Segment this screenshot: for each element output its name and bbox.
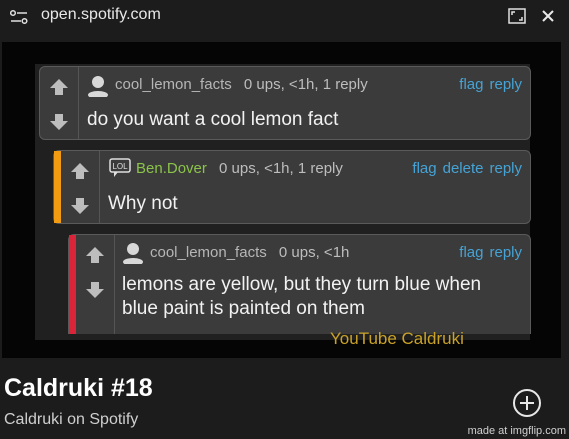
comment-2: LOL Ben.Dover 0 ups, <1h, 1 reply flag de… <box>53 150 531 224</box>
flag-link[interactable]: flag <box>459 244 483 261</box>
comment-meta: Ben.Dover 0 ups, <1h, 1 reply <box>136 160 343 177</box>
browser-top-bar: open.spotify.com <box>0 0 569 36</box>
vote-box <box>76 235 115 334</box>
avatar-icon <box>123 243 143 264</box>
comment-stats: 0 ups, <1h, 1 reply <box>219 160 343 177</box>
imgflip-credit: made at imgflip.com <box>467 425 566 437</box>
flag-link[interactable]: flag <box>412 160 436 177</box>
comment-1: cool_lemon_facts 0 ups, <1h, 1 reply fla… <box>39 66 531 140</box>
comment-stats: 0 ups, <1h, 1 reply <box>243 76 368 93</box>
upvote-icon[interactable] <box>61 153 99 188</box>
expand-icon[interactable] <box>508 8 526 24</box>
svg-text:LOL: LOL <box>112 162 128 171</box>
downvote-icon[interactable] <box>61 188 99 223</box>
comment-3: cool_lemon_facts 0 ups, <1h flag reply le… <box>68 234 531 334</box>
comment-stats: 0 ups, <1h <box>278 244 350 261</box>
video-player[interactable]: cool_lemon_facts 0 ups, <1h, 1 reply fla… <box>2 42 561 358</box>
episode-title[interactable]: Caldruki #18 <box>4 374 153 403</box>
accent-bar <box>69 235 76 334</box>
url-text[interactable]: open.spotify.com <box>41 6 161 24</box>
add-icon[interactable] <box>512 388 542 418</box>
username[interactable]: cool_lemon_facts <box>150 244 267 261</box>
comment-meta: cool_lemon_facts 0 ups, <1h <box>150 244 349 261</box>
delete-link[interactable]: delete <box>443 160 484 177</box>
comment-actions: flag delete reply <box>406 160 522 177</box>
upvote-icon[interactable] <box>76 237 114 272</box>
comment-text-line-1: lemons are yellow, but they turn blue wh… <box>122 274 482 295</box>
downvote-icon[interactable] <box>76 272 114 307</box>
video-thumbnail: cool_lemon_facts 0 ups, <1h, 1 reply fla… <box>35 64 531 348</box>
reply-link[interactable]: reply <box>489 76 522 93</box>
comment-text: do you want a cool lemon fact <box>87 109 339 130</box>
avatar-icon <box>88 76 108 97</box>
username[interactable]: Ben.Dover <box>136 160 207 177</box>
vote-box <box>61 151 100 223</box>
lol-badge-icon: LOL <box>109 158 131 177</box>
comment-meta: cool_lemon_facts 0 ups, <1h, 1 reply <box>115 76 368 93</box>
vote-box <box>40 67 79 139</box>
site-settings-icon[interactable] <box>10 9 28 25</box>
youtube-watermark: YouTube Caldruki <box>330 329 464 348</box>
username[interactable]: cool_lemon_facts <box>115 76 232 93</box>
accent-bar <box>54 151 61 223</box>
flag-link[interactable]: flag <box>459 76 483 93</box>
reply-link[interactable]: reply <box>489 160 522 177</box>
episode-subtitle[interactable]: Caldruki on Spotify <box>4 411 138 429</box>
comment-text: Why not <box>108 193 178 214</box>
downvote-icon[interactable] <box>40 104 78 139</box>
reply-link[interactable]: reply <box>489 244 522 261</box>
comment-text: lemons are yellow, but they turn blue wh… <box>122 273 481 321</box>
comment-actions: flag reply <box>453 76 522 93</box>
comment-actions: flag reply <box>453 244 522 261</box>
comment-text-line-2: blue paint is painted on them <box>122 298 365 319</box>
close-icon[interactable] <box>541 9 555 23</box>
upvote-icon[interactable] <box>40 69 78 104</box>
